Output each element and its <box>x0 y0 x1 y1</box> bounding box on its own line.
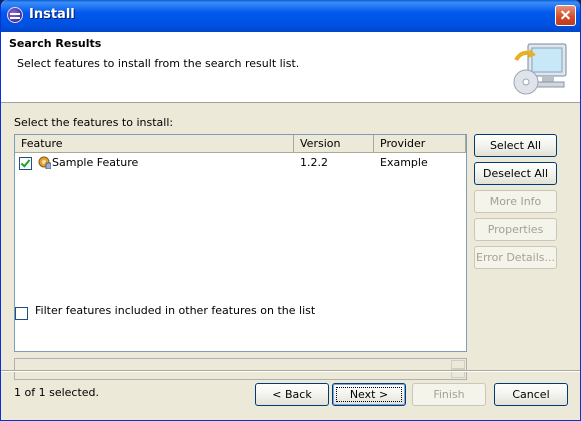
title-bar[interactable]: Install <box>1 0 580 32</box>
page-title: Search Results <box>9 37 102 50</box>
features-table[interactable]: Feature Version Provider Sample Feature … <box>14 134 467 352</box>
footer-divider <box>1 370 580 372</box>
column-version[interactable]: Version <box>294 135 374 152</box>
column-feature[interactable]: Feature <box>15 135 294 152</box>
feature-plugin-icon <box>38 156 51 169</box>
filter-label[interactable]: Filter features included in other featur… <box>35 304 315 317</box>
select-all-button[interactable]: Select All <box>474 134 557 157</box>
close-icon[interactable] <box>555 5 576 26</box>
cancel-button[interactable]: Cancel <box>494 383 568 406</box>
selection-status: 1 of 1 selected. <box>14 386 100 399</box>
next-button[interactable]: Next > <box>332 383 406 406</box>
feature-version: 1.2.2 <box>300 156 328 169</box>
eclipse-icon <box>7 7 23 23</box>
scroll-up-icon[interactable] <box>451 360 465 369</box>
feature-provider: Example <box>380 156 428 169</box>
more-info-button[interactable]: More Info <box>474 190 557 213</box>
focus-ring <box>336 387 402 402</box>
filter-checkbox[interactable] <box>15 307 28 320</box>
table-header: Feature Version Provider <box>15 135 466 153</box>
back-button[interactable]: < Back <box>255 383 329 406</box>
deselect-all-button[interactable]: Deselect All <box>474 162 557 185</box>
install-dialog: Install Search Results Select features t… <box>0 0 581 421</box>
column-provider[interactable]: Provider <box>374 135 466 152</box>
finish-button[interactable]: Finish <box>412 383 486 406</box>
select-features-label: Select the features to install: <box>14 116 174 129</box>
page-description: Select features to install from the sear… <box>17 57 300 70</box>
properties-button[interactable]: Properties <box>474 218 557 241</box>
error-details-button[interactable]: Error Details... <box>474 246 557 269</box>
feature-checkbox[interactable] <box>19 157 32 170</box>
description-area[interactable] <box>14 358 467 380</box>
table-row[interactable]: Sample Feature 1.2.2 Example <box>15 154 466 172</box>
window-title: Install <box>29 7 75 22</box>
feature-name: Sample Feature <box>52 156 139 169</box>
install-computer-icon <box>513 43 567 95</box>
wizard-header: Search Results Select features to instal… <box>1 32 580 103</box>
